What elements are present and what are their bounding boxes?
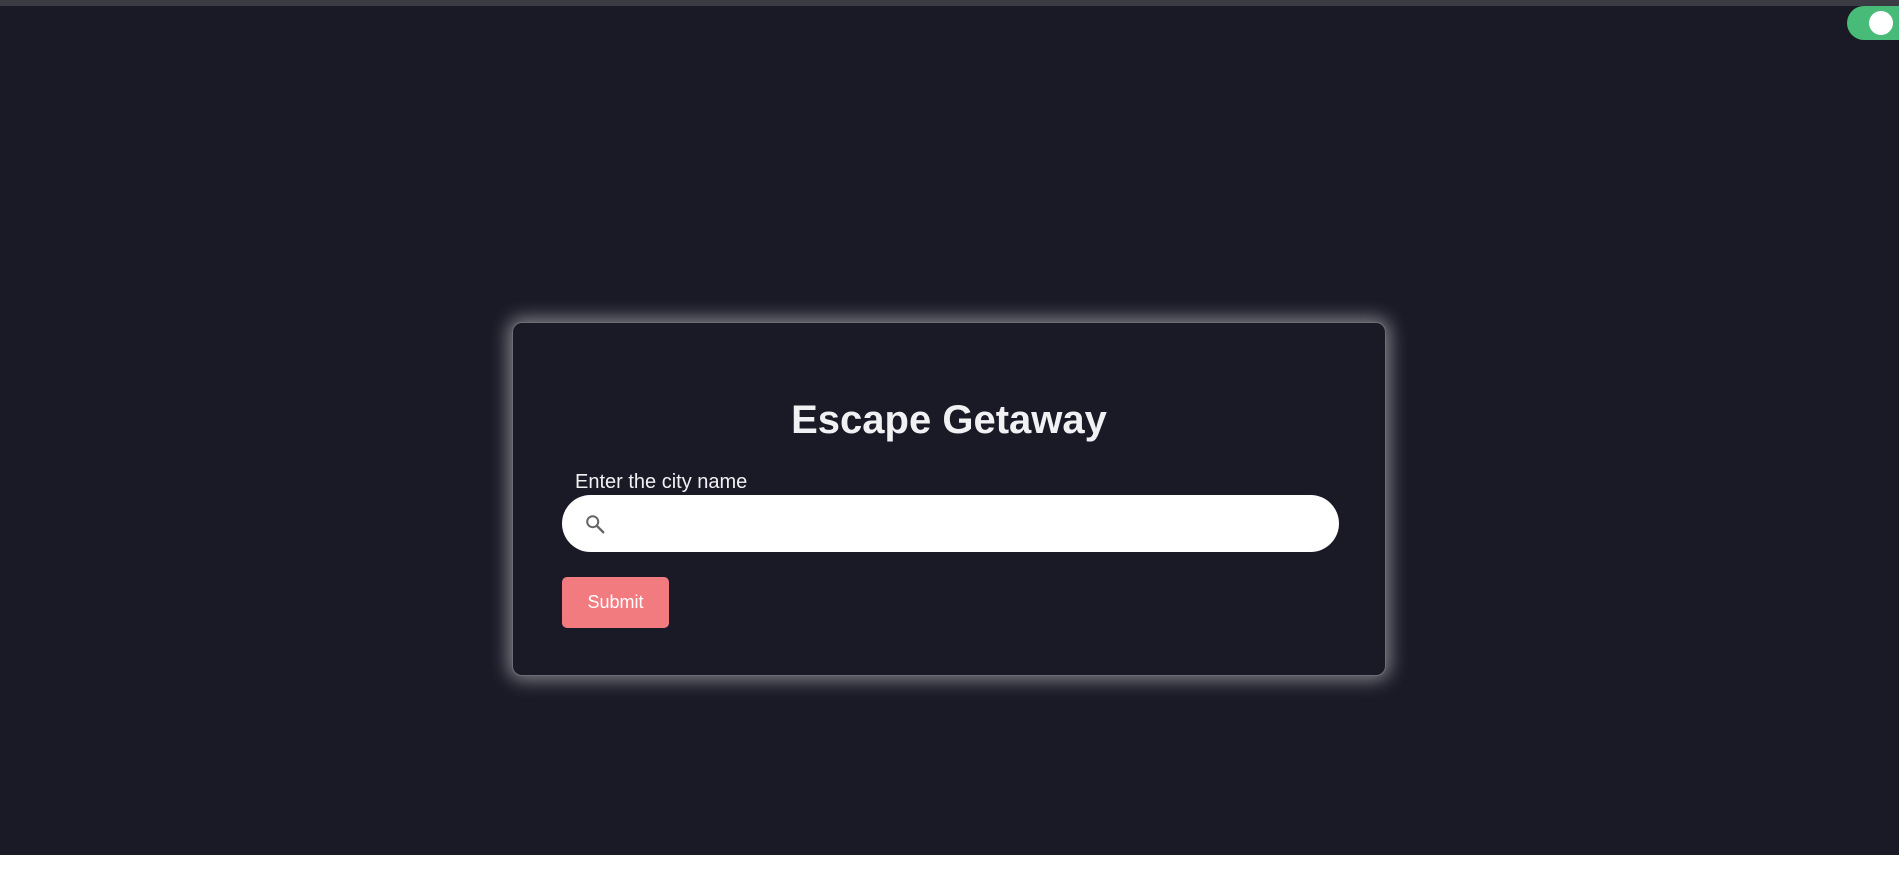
search-box[interactable] xyxy=(562,495,1339,554)
toggle-knob xyxy=(1869,11,1893,35)
city-label: Enter the city name xyxy=(575,471,748,493)
page-title: Escape Getaway xyxy=(791,398,1107,442)
submit-button[interactable]: Submit xyxy=(562,577,669,628)
page-background: Escape Getaway Enter the city name Submi… xyxy=(0,0,1899,855)
theme-toggle[interactable] xyxy=(1847,6,1899,40)
city-search-input[interactable] xyxy=(620,495,1324,554)
top-strip xyxy=(0,0,1899,6)
search-card: Escape Getaway Enter the city name Submi… xyxy=(512,322,1386,676)
search-icon xyxy=(584,513,606,535)
